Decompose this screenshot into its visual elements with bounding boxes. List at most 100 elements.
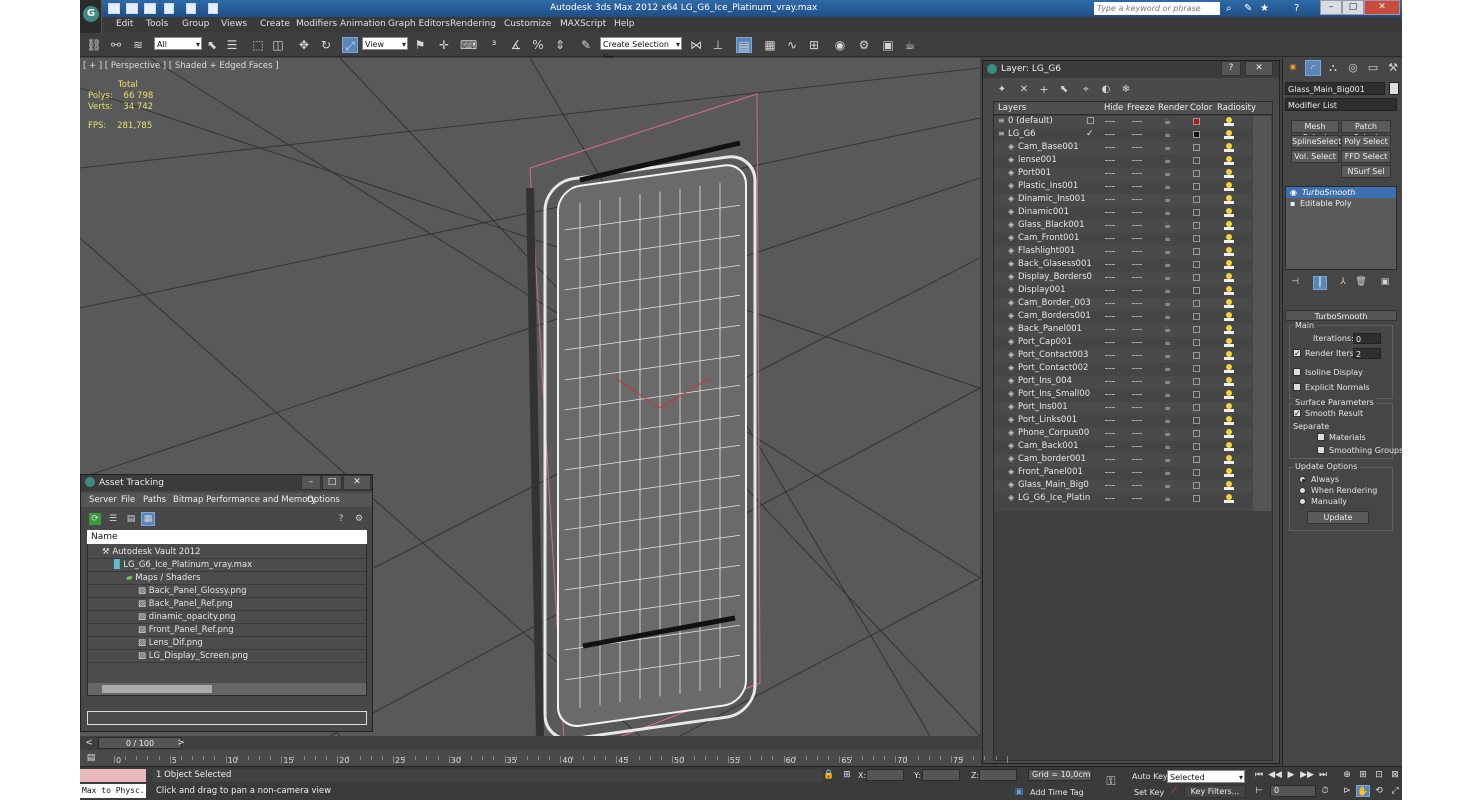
asset-tree-item[interactable]: ▨ dinamic_opacity.png — [138, 612, 236, 625]
object-name-field[interactable]: Glass_Main_Big001 — [1285, 82, 1385, 95]
render-teapot-icon[interactable]: ☕ — [1164, 144, 1171, 152]
radiosity-light-icon[interactable] — [1224, 429, 1234, 439]
asset-horizontal-scrollbar[interactable] — [88, 683, 366, 695]
hide-toggle[interactable] — [1105, 160, 1115, 162]
asset-refresh-icon[interactable]: ⟳ — [89, 513, 101, 525]
hide-toggle[interactable] — [1105, 121, 1115, 123]
freeze-toggle[interactable] — [1132, 264, 1142, 266]
layer-row[interactable]: Port_Contact002 ◈ ☕ — [994, 363, 1251, 376]
freeze-toggle[interactable] — [1132, 134, 1142, 136]
render-teapot-icon[interactable]: ☕ — [1164, 339, 1171, 347]
layer-color-swatch[interactable] — [1193, 287, 1200, 294]
menu-group[interactable]: Group — [182, 19, 209, 29]
layer-color-swatch[interactable] — [1193, 495, 1200, 502]
ffd-select-button[interactable]: FFD Select — [1341, 150, 1391, 163]
layer-row[interactable]: Port_Links001 ◈ ☕ — [994, 415, 1251, 428]
always-radio[interactable] — [1299, 476, 1306, 483]
freeze-toggle[interactable] — [1132, 186, 1142, 188]
minimize-button[interactable]: – — [1320, 0, 1342, 15]
mesh-select-button[interactable]: Mesh Select — [1291, 120, 1339, 142]
freeze-toggle[interactable] — [1132, 459, 1142, 461]
layer-color-swatch[interactable] — [1193, 118, 1200, 125]
menu-edit[interactable]: Edit — [116, 19, 133, 29]
freeze-toggle[interactable] — [1132, 498, 1142, 500]
z-coord-field[interactable] — [979, 769, 1017, 781]
motion-tab-icon[interactable]: ◎ — [1345, 60, 1361, 76]
freeze-toggle[interactable] — [1132, 303, 1142, 305]
layer-row[interactable]: Dinamic_Ins001 ◈ ☕ — [994, 194, 1251, 207]
zoom-icon[interactable]: ⊕ — [1340, 769, 1354, 781]
previous-frame-icon[interactable]: ◀◀ — [1268, 769, 1282, 781]
smooth-result-checkbox[interactable]: ✓ — [1293, 409, 1301, 418]
freeze-all-icon[interactable]: ❄ — [1119, 83, 1133, 97]
layer-row[interactable]: Cam_Front001 ◈ ☕ — [994, 233, 1251, 246]
menu-rendering[interactable]: Rendering — [450, 19, 496, 29]
hide-toggle[interactable] — [1105, 342, 1115, 344]
set-current-layer-icon[interactable]: ▢ — [1086, 116, 1095, 126]
asset-help-icon[interactable]: ? — [335, 513, 347, 525]
menu-modifiers[interactable]: Modifiers — [296, 19, 337, 29]
make-unique-icon[interactable]: ⅄ — [1337, 276, 1349, 288]
hide-toggle[interactable] — [1105, 173, 1115, 175]
radiosity-light-icon[interactable] — [1224, 260, 1234, 270]
hide-toggle[interactable] — [1105, 147, 1115, 149]
layer-color-swatch[interactable] — [1193, 209, 1200, 216]
layer-color-swatch[interactable] — [1193, 430, 1200, 437]
freeze-toggle[interactable] — [1132, 485, 1142, 487]
hide-toggle[interactable] — [1105, 368, 1115, 370]
radiosity-light-icon[interactable] — [1224, 403, 1234, 413]
stack-item-editable-poly[interactable]: ▪ Editable Poly — [1286, 198, 1396, 209]
render-teapot-icon[interactable]: ☕ — [1164, 157, 1171, 165]
radiosity-light-icon[interactable] — [1224, 273, 1234, 283]
project-folder-icon[interactable] — [208, 3, 218, 14]
radiosity-light-icon[interactable] — [1224, 234, 1234, 244]
asset-tree-item[interactable]: ▉ LG_G6_Ice_Platinum_vray.max — [114, 560, 252, 573]
hide-toggle[interactable] — [1105, 238, 1115, 240]
phone-wireframe[interactable] — [526, 93, 761, 736]
render-teapot-icon[interactable]: ☕ — [1164, 131, 1171, 139]
selection-filter-dropdown[interactable]: All — [154, 37, 202, 51]
hide-toggle[interactable] — [1105, 446, 1115, 448]
layer-row[interactable]: Display_Borders0 ◈ ☕ — [994, 272, 1251, 285]
radiosity-light-icon[interactable] — [1224, 442, 1234, 452]
layer-manager-icon[interactable]: ▤ — [736, 37, 752, 53]
scale-icon[interactable]: ⤢ — [342, 37, 358, 53]
add-to-layer-icon[interactable]: + — [1037, 83, 1051, 97]
delete-layer-icon[interactable]: ✕ — [1017, 83, 1031, 97]
layer-color-swatch[interactable] — [1193, 404, 1200, 411]
key-mode-toggle-icon[interactable]: ⊢ — [1252, 785, 1266, 797]
asset-tree-item[interactable]: ▨ Back_Panel_Ref.png — [138, 599, 233, 612]
menu-create[interactable]: Create — [260, 19, 290, 29]
layer-row[interactable]: Dinamic001 ◈ ☕ — [994, 207, 1251, 220]
freeze-toggle[interactable] — [1132, 199, 1142, 201]
window-crossing-icon[interactable]: ◫ — [270, 37, 286, 53]
current-layer-check-icon[interactable]: ✓ — [1086, 129, 1094, 139]
hide-toggle[interactable] — [1105, 485, 1115, 487]
render-teapot-icon[interactable]: ☕ — [1164, 170, 1171, 178]
layer-row[interactable]: Glass_Main_Big0 ◈ ☕ — [994, 480, 1251, 493]
asset-tree-item[interactable]: ⚒ Autodesk Vault 2012 — [102, 547, 201, 560]
layer-color-swatch[interactable] — [1193, 365, 1200, 372]
radiosity-light-icon[interactable] — [1224, 494, 1234, 504]
pivot-center-icon[interactable]: ⚑ — [412, 37, 428, 53]
layer-color-swatch[interactable] — [1193, 378, 1200, 385]
iterations-spinner[interactable]: 0 — [1353, 333, 1381, 344]
col-freeze[interactable]: Freeze — [1127, 103, 1155, 113]
freeze-toggle[interactable] — [1132, 329, 1142, 331]
hide-unhide-all-icon[interactable]: ◐ — [1099, 83, 1113, 97]
select-objects-in-layer-icon[interactable]: ⬉ — [1057, 83, 1071, 97]
hide-toggle[interactable] — [1105, 381, 1115, 383]
reference-coordinate-dropdown[interactable]: View — [362, 37, 408, 51]
mini-curve-editor-icon[interactable]: ▤ — [84, 752, 98, 764]
render-teapot-icon[interactable]: ☕ — [1164, 417, 1171, 425]
menu-graph-editors[interactable]: Graph Editors — [388, 19, 450, 29]
layer-row[interactable]: Cam_Back001 ◈ ☕ — [994, 441, 1251, 454]
menu-tools[interactable]: Tools — [146, 19, 168, 29]
render-teapot-icon[interactable]: ☕ — [1164, 222, 1171, 230]
freeze-toggle[interactable] — [1132, 446, 1142, 448]
remove-modifier-icon[interactable]: 🗑 — [1355, 276, 1367, 288]
percent-snap-icon[interactable]: % — [530, 37, 546, 53]
layer-color-swatch[interactable] — [1193, 469, 1200, 476]
render-production-icon[interactable]: ☕ — [902, 37, 918, 53]
render-teapot-icon[interactable]: ☕ — [1164, 365, 1171, 373]
